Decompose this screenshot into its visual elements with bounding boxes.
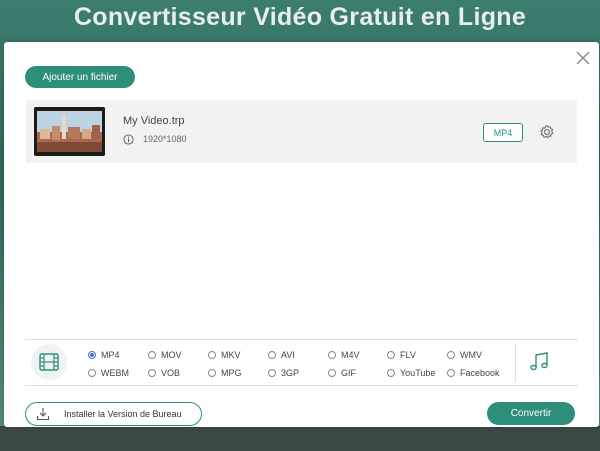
format-option-wmv[interactable]: WMV <box>447 349 482 361</box>
format-divider <box>515 344 516 382</box>
format-option-label: 3GP <box>281 368 300 378</box>
format-option-label: VOB <box>161 368 181 378</box>
format-option-mov[interactable]: MOV <box>148 349 182 361</box>
format-option-gif[interactable]: GIF <box>328 367 356 379</box>
radio-button[interactable] <box>268 351 276 359</box>
radio-button[interactable] <box>328 351 336 359</box>
install-desktop-button[interactable]: Installer la Version de Bureau <box>25 402 202 426</box>
close-icon <box>576 51 590 65</box>
music-note-icon[interactable] <box>527 350 551 374</box>
convert-button[interactable]: Convertir <box>487 402 575 425</box>
radio-button[interactable] <box>387 369 395 377</box>
close-button[interactable] <box>575 50 591 66</box>
format-option-youtube[interactable]: YouTube <box>387 367 435 379</box>
file-name: My Video.trp <box>123 115 185 127</box>
format-option-label: MPG <box>221 368 242 378</box>
file-resolution: 1920*1080 <box>143 134 187 144</box>
radio-button[interactable] <box>88 351 96 359</box>
format-option-label: YouTube <box>400 368 436 378</box>
format-option-label: FLV <box>400 350 416 360</box>
converter-dialog: Ajouter un fichier My Video.trp 1920*108… <box>4 42 599 427</box>
download-icon <box>36 407 50 421</box>
file-row: My Video.trp 1920*1080 MP4 <box>26 100 577 163</box>
format-option-3gp[interactable]: 3GP <box>268 367 299 379</box>
format-option-m4v[interactable]: M4V <box>328 349 360 361</box>
radio-button[interactable] <box>148 351 156 359</box>
info-icon[interactable] <box>123 134 134 145</box>
output-format-badge[interactable]: MP4 <box>483 123 523 142</box>
video-thumbnail <box>34 107 105 156</box>
gear-icon[interactable] <box>539 124 555 140</box>
format-option-label: WMV <box>460 350 482 360</box>
background-footer <box>0 426 600 451</box>
format-option-label: GIF <box>341 368 356 378</box>
format-option-flv[interactable]: FLV <box>387 349 416 361</box>
install-desktop-label: Installer la Version de Bureau <box>64 409 182 419</box>
format-option-label: AVI <box>281 350 295 360</box>
page-title: Convertisseur Vidéo Gratuit en Ligne <box>73 3 527 31</box>
format-option-avi[interactable]: AVI <box>268 349 295 361</box>
format-option-label: MKV <box>221 350 241 360</box>
format-option-mpg[interactable]: MPG <box>208 367 242 379</box>
add-file-button[interactable]: Ajouter un fichier <box>25 66 135 88</box>
radio-button[interactable] <box>88 369 96 377</box>
radio-button[interactable] <box>447 369 455 377</box>
format-option-mkv[interactable]: MKV <box>208 349 241 361</box>
format-option-vob[interactable]: VOB <box>148 367 180 379</box>
format-option-label: MP4 <box>101 350 120 360</box>
radio-button[interactable] <box>387 351 395 359</box>
radio-button[interactable] <box>208 369 216 377</box>
radio-button[interactable] <box>447 351 455 359</box>
format-option-label: M4V <box>341 350 360 360</box>
format-option-mp4[interactable]: MP4 <box>88 349 120 361</box>
format-option-facebook[interactable]: Facebook <box>447 367 500 379</box>
format-selector: MP4 MOV MKV AVI M4V FLV WMV WEBM VOB MPG 3GP GIF You… <box>25 339 578 386</box>
film-icon[interactable] <box>31 344 67 380</box>
format-option-webm[interactable]: WEBM <box>88 367 129 379</box>
radio-button[interactable] <box>208 351 216 359</box>
format-option-label: WEBM <box>101 368 129 378</box>
radio-button[interactable] <box>328 369 336 377</box>
video-thumbnail-image <box>34 107 105 156</box>
radio-button[interactable] <box>148 369 156 377</box>
radio-button[interactable] <box>268 369 276 377</box>
format-option-label: MOV <box>161 350 182 360</box>
format-option-label: Facebook <box>460 368 500 378</box>
